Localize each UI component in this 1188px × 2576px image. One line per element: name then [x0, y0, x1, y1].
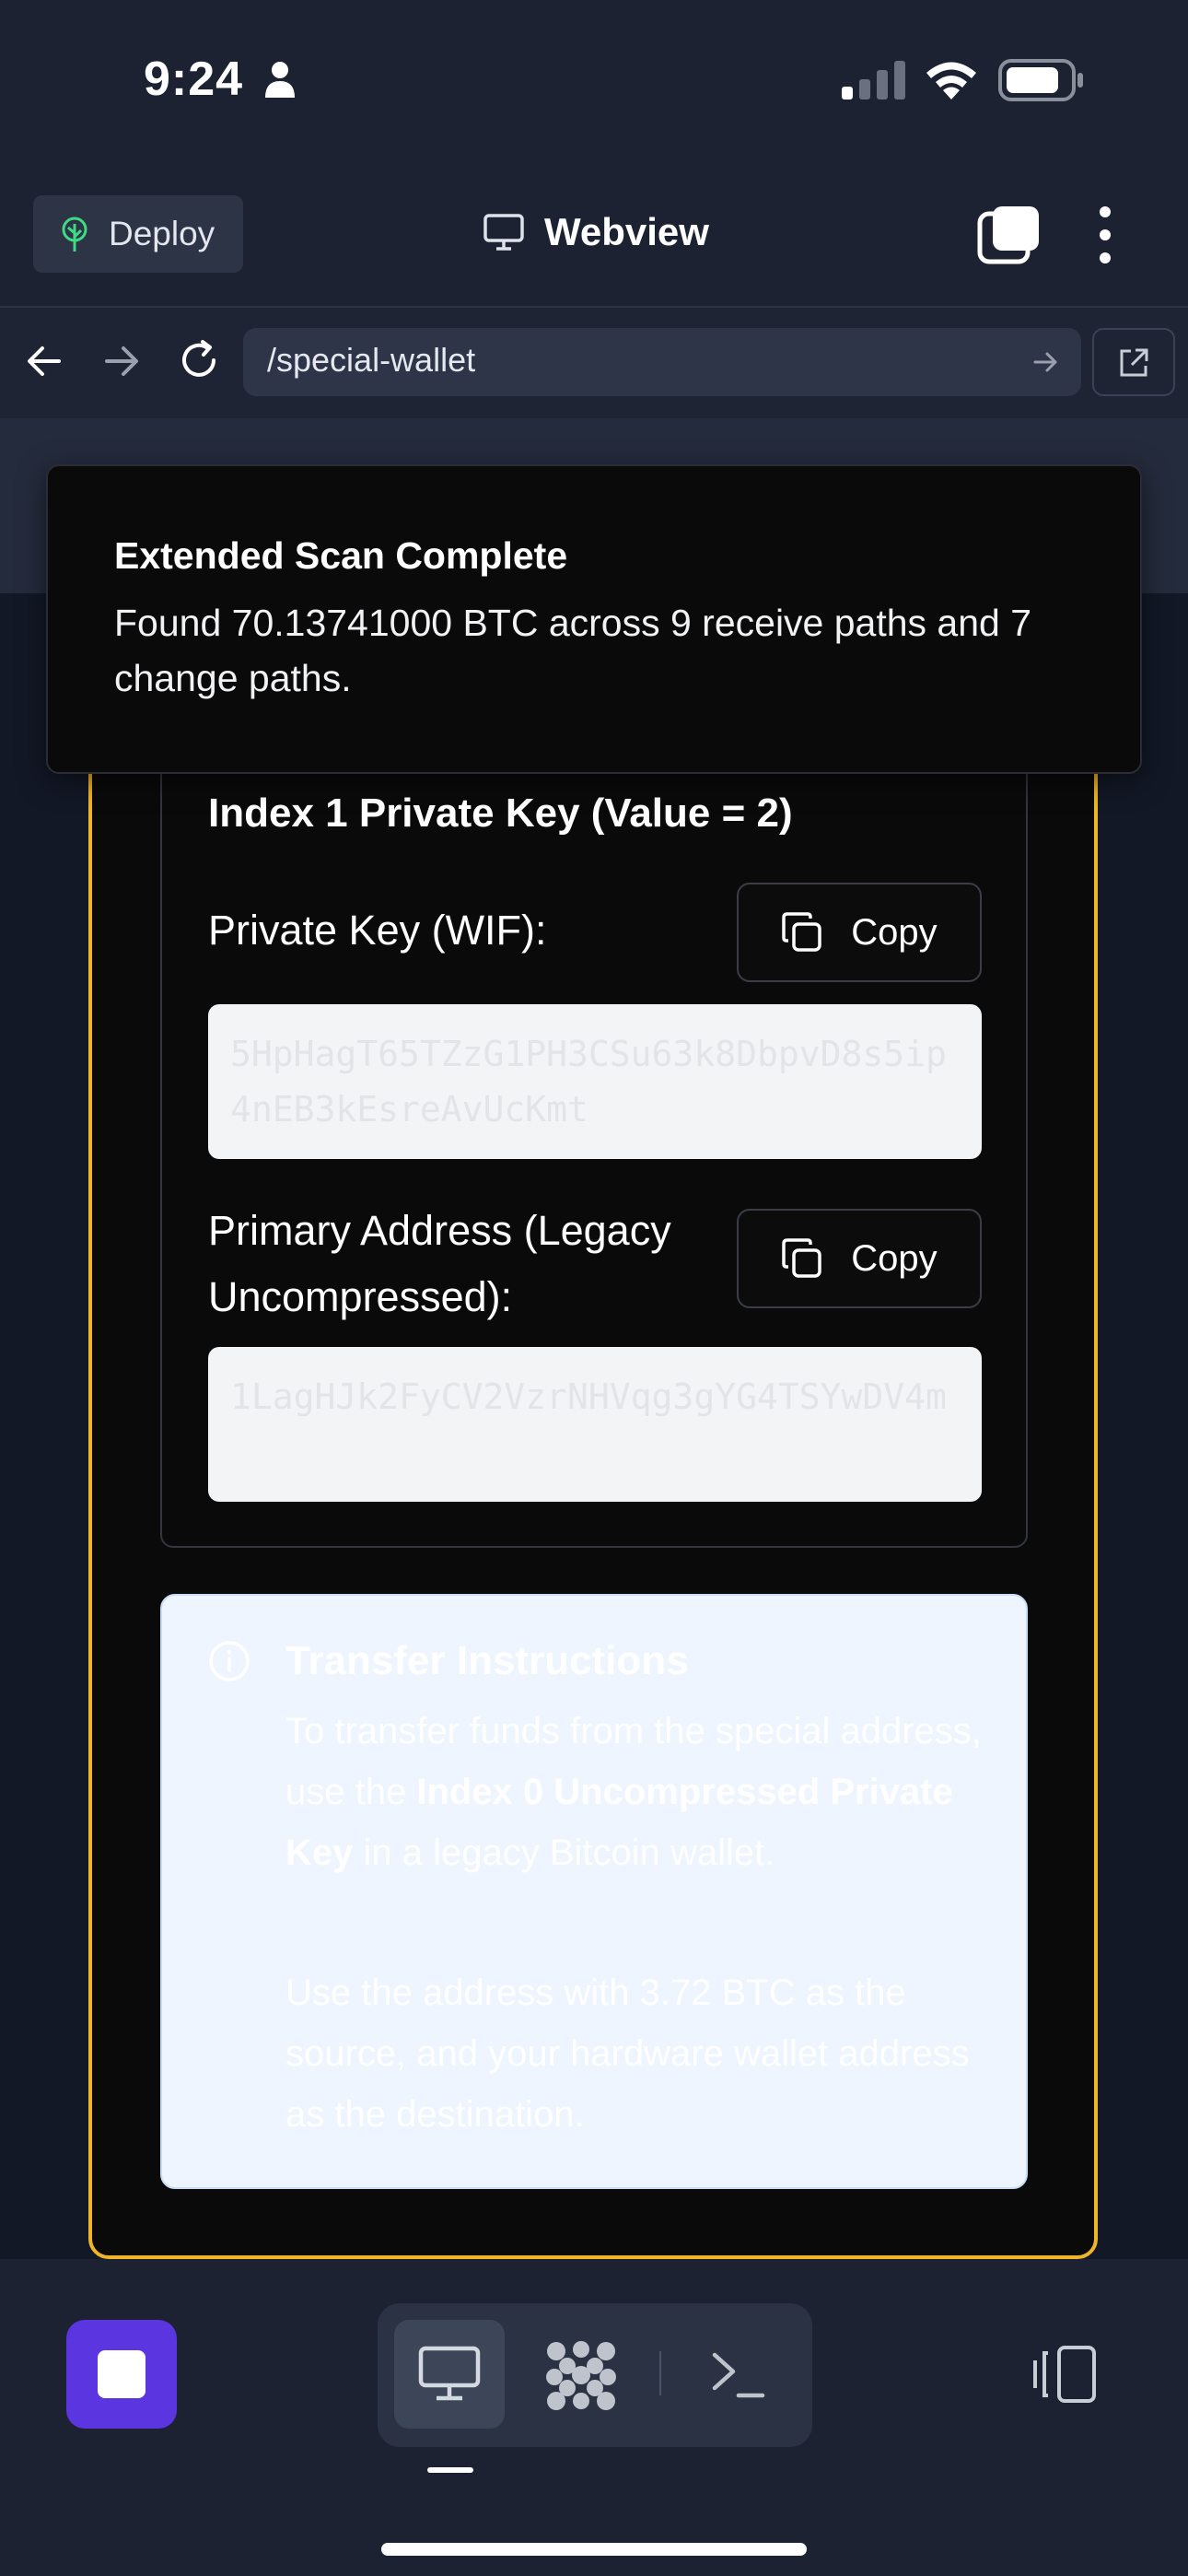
copy-wif-button[interactable]: Copy [737, 883, 982, 982]
person-icon [265, 62, 295, 98]
info-icon [209, 1641, 250, 1681]
back-arrow-icon[interactable] [26, 343, 63, 380]
address-label: Primary Address (Legacy Uncompressed): [208, 1207, 671, 1320]
terminal-icon[interactable] [711, 2349, 766, 2399]
home-indicator[interactable] [381, 2543, 807, 2556]
mode-divider [659, 2351, 661, 2395]
webview-title-label: Webview [544, 210, 709, 253]
key-heading: Index 1 Private Key (Value = 2) [208, 790, 793, 836]
stop-icon [98, 2350, 146, 2398]
active-tab-indicator [427, 2467, 473, 2473]
toast-message: Found 70.13741000 BTC across 9 receive p… [114, 602, 1032, 699]
copy-address-button[interactable]: Copy [737, 1209, 982, 1308]
forward-arrow-icon[interactable] [103, 343, 140, 380]
tree-icon [62, 217, 87, 252]
copy-wif-label: Copy [851, 911, 938, 953]
transfer-title: Transfer Instructions [285, 1638, 689, 1683]
address-value[interactable]: 1LagHJk2FyCV2VzrNHVqg3gYG4TSYwDV4m [208, 1347, 982, 1502]
open-external-button[interactable] [1092, 328, 1175, 396]
stop-button[interactable] [66, 2320, 177, 2429]
battery-icon [998, 59, 1083, 101]
external-link-icon [1120, 348, 1148, 377]
copy-icon [782, 1238, 822, 1278]
copy-address-label: Copy [851, 1237, 938, 1279]
transfer-paragraph-1: To transfer funds from the special addre… [285, 1701, 985, 1883]
wif-label: Private Key (WIF): [208, 907, 547, 954]
wifi-icon [926, 62, 976, 100]
monitor-icon [418, 2346, 481, 2401]
webview-title: Webview [483, 205, 709, 260]
webview-mode-button[interactable] [394, 2320, 505, 2429]
status-time: 9:24 [144, 53, 244, 106]
tabs-icon[interactable] [976, 205, 1042, 265]
monitor-icon [483, 214, 524, 251]
device-rotate-icon[interactable] [1031, 2344, 1098, 2405]
grid-icon[interactable] [545, 2340, 617, 2410]
transfer-paragraph-2: Use the address with 3.72 BTC as the sou… [285, 1973, 970, 2135]
wif-value[interactable]: 5HpHagT65TZzG1PH3CSu63k8DbpvD8s5ip4nEB3k… [208, 1004, 982, 1159]
more-icon[interactable] [1087, 205, 1124, 265]
deploy-label: Deploy [109, 215, 215, 252]
copy-icon [782, 912, 822, 952]
url-text[interactable]: /special-wallet [267, 341, 475, 380]
cellular-icon [842, 61, 905, 100]
transfer-p1-text-end: in a legacy Bitcoin wallet. [353, 1832, 775, 1873]
reload-icon[interactable] [179, 339, 221, 381]
toast-title: Extended Scan Complete [114, 534, 568, 577]
deploy-button[interactable]: Deploy [33, 195, 243, 273]
go-arrow-icon[interactable] [1033, 350, 1059, 374]
